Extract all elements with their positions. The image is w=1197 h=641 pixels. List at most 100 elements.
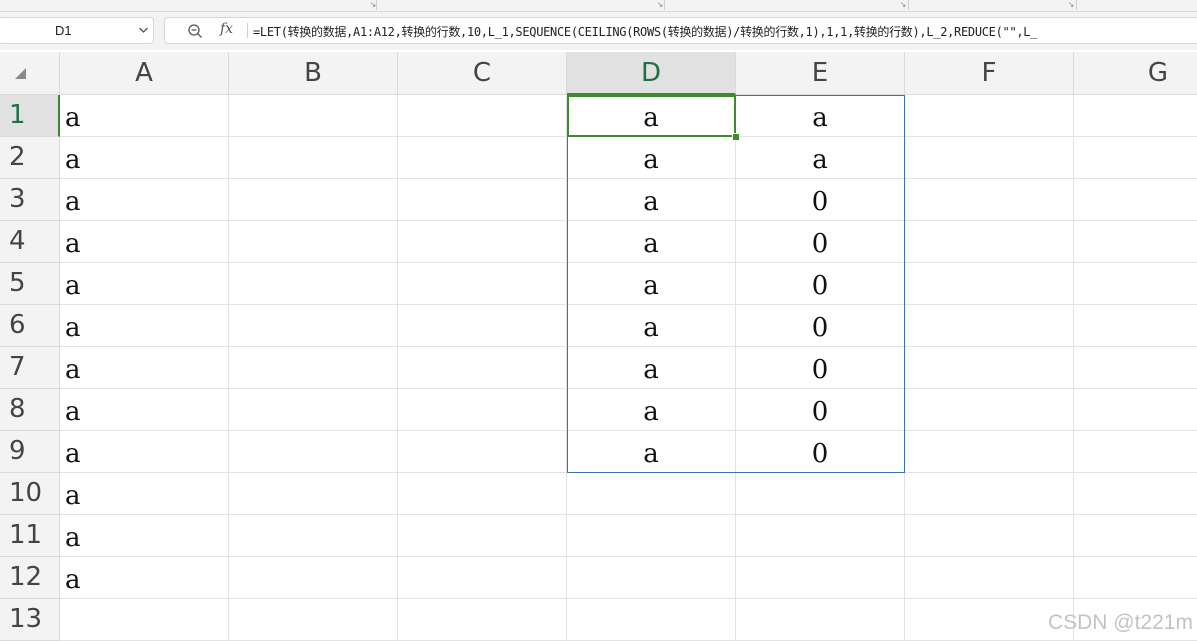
cell-a7[interactable]: a <box>60 347 229 389</box>
cell-c8[interactable] <box>398 389 567 431</box>
dialog-launcher-icon[interactable]: ↘ <box>1066 0 1076 10</box>
row-header-12[interactable]: 12 <box>0 557 60 599</box>
row-header-11[interactable]: 11 <box>0 515 60 557</box>
cell-e4[interactable]: 0 <box>736 221 905 263</box>
cell-c9[interactable] <box>398 431 567 473</box>
cell-b1[interactable] <box>229 95 398 137</box>
cell-b10[interactable] <box>229 473 398 515</box>
cell-c1[interactable] <box>398 95 567 137</box>
column-header-f[interactable]: F <box>905 52 1074 95</box>
cell-c13[interactable] <box>398 599 567 641</box>
row-header-9[interactable]: 9 <box>0 431 60 473</box>
cell-d3[interactable]: a <box>567 179 736 221</box>
cell-f10[interactable] <box>905 473 1074 515</box>
fill-handle[interactable] <box>732 133 740 141</box>
cell-e3[interactable]: 0 <box>736 179 905 221</box>
cell-g7[interactable] <box>1074 347 1197 389</box>
cell-g6[interactable] <box>1074 305 1197 347</box>
dialog-launcher-icon[interactable]: ↘ <box>898 0 908 10</box>
column-header-a[interactable]: A <box>60 52 229 95</box>
cell-a12[interactable]: a <box>60 557 229 599</box>
cell-g4[interactable] <box>1074 221 1197 263</box>
cell-a5[interactable]: a <box>60 263 229 305</box>
cell-d8[interactable]: a <box>567 389 736 431</box>
cell-f8[interactable] <box>905 389 1074 431</box>
cell-d7[interactable]: a <box>567 347 736 389</box>
cell-b12[interactable] <box>229 557 398 599</box>
cell-f1[interactable] <box>905 95 1074 137</box>
cell-c6[interactable] <box>398 305 567 347</box>
row-header-7[interactable]: 7 <box>0 347 60 389</box>
row-header-13[interactable]: 13 <box>0 599 60 641</box>
cell-e9[interactable]: 0 <box>736 431 905 473</box>
cell-c4[interactable] <box>398 221 567 263</box>
row-header-3[interactable]: 3 <box>0 179 60 221</box>
cell-d10[interactable] <box>567 473 736 515</box>
cell-d12[interactable] <box>567 557 736 599</box>
cell-e5[interactable]: 0 <box>736 263 905 305</box>
cell-f3[interactable] <box>905 179 1074 221</box>
chevron-down-icon[interactable] <box>137 22 149 38</box>
column-header-c[interactable]: C <box>398 52 567 95</box>
cell-a10[interactable]: a <box>60 473 229 515</box>
column-header-g[interactable]: G <box>1074 52 1197 95</box>
cell-g5[interactable] <box>1074 263 1197 305</box>
cell-g3[interactable] <box>1074 179 1197 221</box>
column-header-b[interactable]: B <box>229 52 398 95</box>
cell-a1[interactable]: a <box>60 95 229 137</box>
cell-g2[interactable] <box>1074 137 1197 179</box>
cell-f6[interactable] <box>905 305 1074 347</box>
cell-g1[interactable] <box>1074 95 1197 137</box>
cell-d1[interactable]: a <box>567 95 736 137</box>
cell-c3[interactable] <box>398 179 567 221</box>
cell-g9[interactable] <box>1074 431 1197 473</box>
cell-d6[interactable]: a <box>567 305 736 347</box>
cell-a2[interactable]: a <box>60 137 229 179</box>
cell-c10[interactable] <box>398 473 567 515</box>
cell-f5[interactable] <box>905 263 1074 305</box>
zoom-icon[interactable] <box>187 23 203 39</box>
cell-b4[interactable] <box>229 221 398 263</box>
cell-b7[interactable] <box>229 347 398 389</box>
fx-icon[interactable]: fx <box>220 21 233 37</box>
row-header-4[interactable]: 4 <box>0 221 60 263</box>
row-header-6[interactable]: 6 <box>0 305 60 347</box>
cell-a8[interactable]: a <box>60 389 229 431</box>
cell-e1[interactable]: a <box>736 95 905 137</box>
column-header-d[interactable]: D <box>567 52 736 95</box>
cell-b5[interactable] <box>229 263 398 305</box>
cell-c12[interactable] <box>398 557 567 599</box>
cell-b6[interactable] <box>229 305 398 347</box>
cell-f2[interactable] <box>905 137 1074 179</box>
cell-f7[interactable] <box>905 347 1074 389</box>
select-all-corner[interactable] <box>0 52 60 95</box>
cell-a13[interactable] <box>60 599 229 641</box>
cell-b13[interactable] <box>229 599 398 641</box>
cell-g8[interactable] <box>1074 389 1197 431</box>
cell-c11[interactable] <box>398 515 567 557</box>
row-header-8[interactable]: 8 <box>0 389 60 431</box>
cell-b8[interactable] <box>229 389 398 431</box>
cell-f12[interactable] <box>905 557 1074 599</box>
cell-e7[interactable]: 0 <box>736 347 905 389</box>
cell-f11[interactable] <box>905 515 1074 557</box>
cell-e10[interactable] <box>736 473 905 515</box>
cell-a11[interactable]: a <box>60 515 229 557</box>
column-header-e[interactable]: E <box>736 52 905 95</box>
cell-c2[interactable] <box>398 137 567 179</box>
cell-c7[interactable] <box>398 347 567 389</box>
cell-d4[interactable]: a <box>567 221 736 263</box>
cell-e13[interactable] <box>736 599 905 641</box>
cell-d5[interactable]: a <box>567 263 736 305</box>
cell-b9[interactable] <box>229 431 398 473</box>
cell-e6[interactable]: 0 <box>736 305 905 347</box>
row-header-1[interactable]: 1 <box>0 95 60 137</box>
cell-a6[interactable]: a <box>60 305 229 347</box>
row-header-10[interactable]: 10 <box>0 473 60 515</box>
cell-a3[interactable]: a <box>60 179 229 221</box>
cell-e11[interactable] <box>736 515 905 557</box>
row-header-2[interactable]: 2 <box>0 137 60 179</box>
cell-d11[interactable] <box>567 515 736 557</box>
formula-input[interactable]: fx =LET(转换的数据,A1:A12,转换的行数,10,L_1,SEQUEN… <box>164 17 1197 44</box>
cell-c5[interactable] <box>398 263 567 305</box>
